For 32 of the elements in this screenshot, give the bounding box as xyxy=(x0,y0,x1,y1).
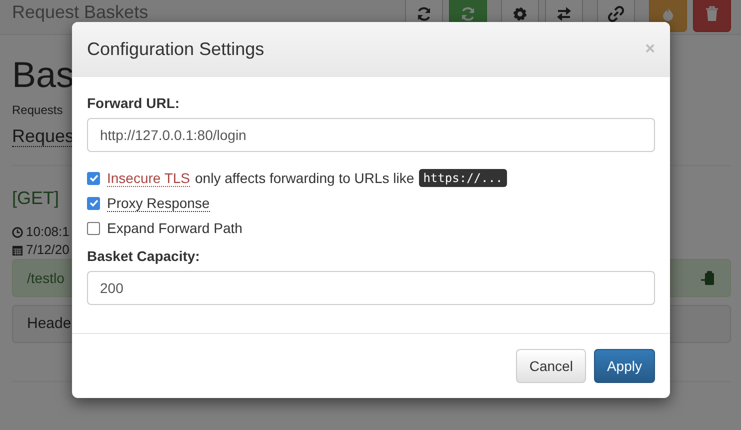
cancel-button[interactable]: Cancel xyxy=(516,349,586,383)
option-label: Insecure TLS xyxy=(107,170,190,186)
field-label: Basket Capacity: xyxy=(87,248,201,264)
code-snippet: https://... xyxy=(419,169,507,187)
request-method: [GET] xyxy=(12,188,60,210)
forward-url-field[interactable]: http://127.0.0.1:80/login xyxy=(87,118,655,152)
capacity-field[interactable]: 200 xyxy=(87,271,655,305)
refresh-icon xyxy=(460,6,476,22)
refresh-icon xyxy=(416,6,432,22)
request-date: 7/12/20 xyxy=(26,241,70,260)
option-note: only affects forwarding to URLs like xyxy=(195,170,414,186)
field-label: Forward URL: xyxy=(87,95,181,111)
checkbox[interactable] xyxy=(87,172,100,184)
dialog-title: Configuration Settings xyxy=(87,38,264,60)
request-path: /testlo xyxy=(27,270,64,286)
checkbox[interactable] xyxy=(87,222,100,234)
clipboard-icon[interactable] xyxy=(700,270,716,286)
page-subtitle: Requests xyxy=(12,102,63,117)
brand-title: Request Baskets xyxy=(12,2,148,22)
calendar-icon xyxy=(12,244,23,256)
trash-icon xyxy=(705,6,719,22)
option-label: Proxy Response xyxy=(107,194,210,212)
apply-button[interactable]: Apply xyxy=(594,349,655,383)
settings-icon xyxy=(512,6,528,22)
option-label: Expand Forward Path xyxy=(107,220,242,236)
link-icon xyxy=(608,6,624,22)
checkbox[interactable] xyxy=(87,196,100,210)
request-time: 10:08:1 xyxy=(26,223,70,242)
clock-icon xyxy=(12,226,23,238)
page-title: Bas xyxy=(12,55,76,95)
fire-icon xyxy=(661,6,675,22)
exchange-icon xyxy=(556,6,572,22)
